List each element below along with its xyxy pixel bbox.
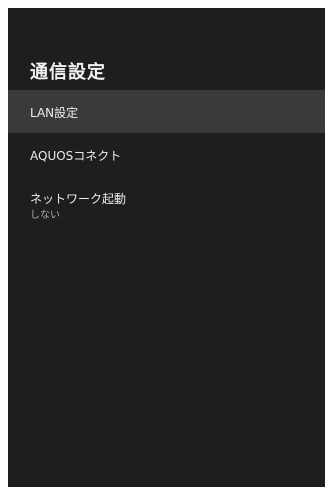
menu-item-value: しない xyxy=(30,210,60,221)
menu-item-label: AQUOSコネクト xyxy=(30,149,122,163)
menu-item-aquos-connect[interactable]: AQUOSコネクト xyxy=(8,133,325,176)
menu-item-lan-settings[interactable]: LAN設定 xyxy=(8,90,325,133)
settings-menu: LAN設定 AQUOSコネクト ネットワーク起動 しない xyxy=(8,90,325,226)
menu-item-label: ネットワーク起動 xyxy=(30,192,127,206)
menu-item-network-startup[interactable]: ネットワーク起動 しない xyxy=(8,176,325,226)
menu-item-label: LAN設定 xyxy=(30,106,79,120)
settings-panel: 通信設定 LAN設定 AQUOSコネクト ネットワーク起動 しない xyxy=(8,8,325,487)
page-title: 通信設定 xyxy=(30,62,106,83)
